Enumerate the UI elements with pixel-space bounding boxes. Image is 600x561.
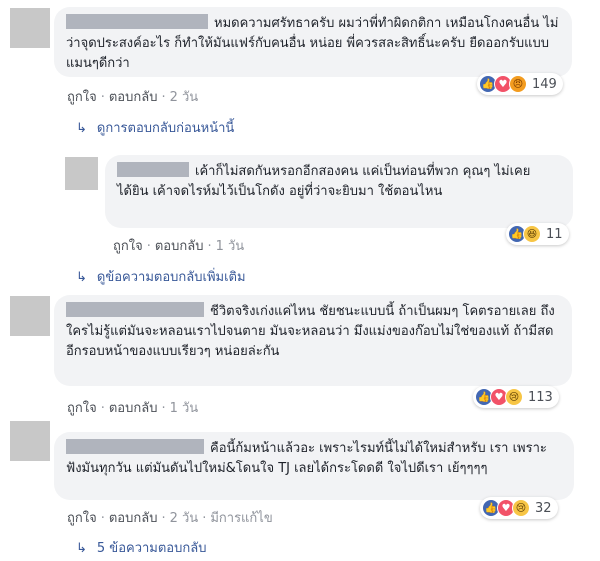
comment-bubble: ชีวิตจริงเก่งแค่ไหน ชัยชนะแบบนี้ ถ้าเป็น… [54,295,572,386]
reaction-summary[interactable]: 👍 ♥ 😠 149 [477,73,563,95]
comment-bubble: เค้าก็ไม่สดกันหรอกอีกสองคน แค่เป็นท่อนที… [105,155,573,228]
reply-arrow-icon: ↳ [76,541,87,556]
comment-actions: ถูกใจ · ตอบกลับ · 1 วัน [113,239,245,254]
timestamp[interactable]: 1 วัน [216,239,245,254]
reaction-count: 32 [535,500,552,516]
redacted-commenter-name[interactable] [66,302,204,317]
reply-arrow-icon: ↳ [76,121,87,136]
redacted-commenter-name[interactable] [117,162,189,177]
reaction-summary[interactable]: 👍 ♥ 😢 113 [473,386,559,408]
view-previous-replies-link[interactable]: ↳ ดูการตอบกลับก่อนหน้านี้ [76,121,234,137]
reply-button[interactable]: ตอบกลับ [109,90,158,105]
like-button[interactable]: ถูกใจ [67,511,97,526]
reply-button[interactable]: ตอบกลับ [109,511,158,526]
sad-icon: 😢 [505,388,523,406]
avatar[interactable] [10,421,50,461]
haha-icon: 😆 [523,225,541,243]
avatar[interactable] [65,157,98,190]
avatar[interactable] [10,8,50,48]
timestamp[interactable]: 2 วัน [170,90,199,105]
timestamp[interactable]: 1 วัน [170,401,199,416]
reaction-summary[interactable]: 👍 😆 11 [506,223,569,245]
timestamp[interactable]: 2 วัน [170,511,199,526]
angry-icon: 😠 [509,75,527,93]
sad-icon: 😢 [512,499,530,517]
view-replies-link[interactable]: ↳ 5 ข้อความตอบกลับ [76,541,206,557]
comment-actions: ถูกใจ · ตอบกลับ · 1 วัน [67,401,199,416]
comment-actions: ถูกใจ · ตอบกลับ · 2 วัน [67,90,199,105]
reply-arrow-icon: ↳ [76,270,87,285]
reply-button[interactable]: ตอบกลับ [109,401,158,416]
like-button[interactable]: ถูกใจ [67,90,97,105]
redacted-commenter-name[interactable] [66,14,208,29]
reaction-summary[interactable]: 👍 ♥ 😢 32 [480,497,558,519]
redacted-commenter-name[interactable] [66,439,204,454]
comment-bubble: หมดความศรัทธาครับ ผมว่าพี่ทำผิดกติกา เหม… [54,7,572,77]
edited-label[interactable]: มีการแก้ไข [210,511,272,526]
reaction-count: 149 [532,76,557,92]
reaction-count: 11 [546,226,563,242]
comment-bubble: คือนี้ก้มหน้าแล้วอะ เพราะไรมท์นี้ไม่ได้ใ… [54,432,574,500]
avatar[interactable] [10,296,50,336]
reply-button[interactable]: ตอบกลับ [155,239,204,254]
comment-actions: ถูกใจ · ตอบกลับ · 2 วัน · มีการแก้ไข [67,511,273,526]
like-button[interactable]: ถูกใจ [113,239,143,254]
reaction-count: 113 [528,389,553,405]
like-button[interactable]: ถูกใจ [67,401,97,416]
view-more-replies-link[interactable]: ↳ ดูข้อความตอบกลับเพิ่มเติม [76,270,246,286]
